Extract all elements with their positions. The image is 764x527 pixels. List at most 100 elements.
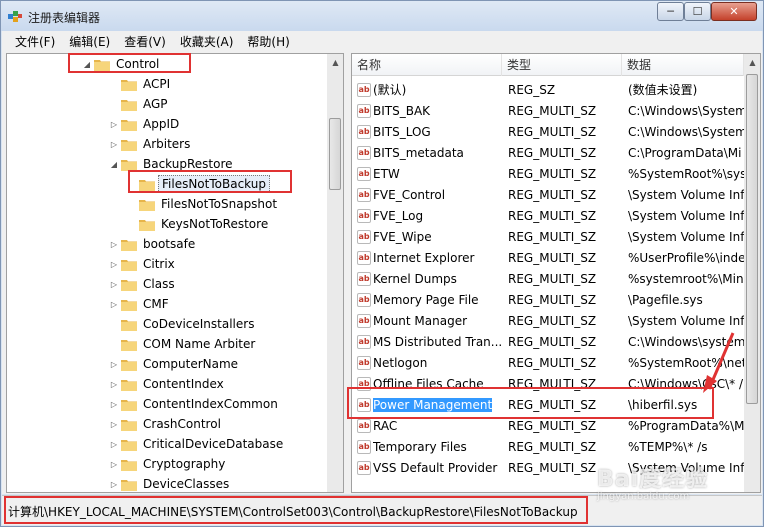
tree-item[interactable]: ▷ AppID xyxy=(109,114,182,134)
expand-arrow-icon[interactable]: ▷ xyxy=(109,300,119,309)
expand-arrow-icon[interactable]: ▷ xyxy=(109,240,119,249)
value-name: BITS_BAK xyxy=(373,104,431,118)
tree-item-label: ComputerName xyxy=(143,357,239,371)
list-scroll-thumb[interactable] xyxy=(746,74,758,404)
string-value-icon: ab xyxy=(357,146,371,160)
menu-help[interactable]: 帮助(H) xyxy=(240,33,296,50)
menu-favorites[interactable]: 收藏夹(A) xyxy=(173,33,241,50)
string-value-icon: ab xyxy=(357,356,371,370)
tree-item[interactable]: ▷ CMF xyxy=(109,294,172,314)
column-name-header[interactable]: 名称 xyxy=(352,54,502,76)
folder-icon xyxy=(121,338,137,351)
value-row[interactable]: ab Memory Page File REG_MULTI_SZ \Pagefile.… xyxy=(352,290,744,311)
value-row[interactable]: ab Mount Manager REG_MULTI_SZ \System Volum… xyxy=(352,311,744,332)
tree-item[interactable]: ▷ CriticalDeviceDatabase xyxy=(109,434,286,454)
expand-arrow-icon[interactable]: ▷ xyxy=(109,440,119,449)
value-data: %ProgramData%\M xyxy=(628,419,744,433)
tree-item[interactable]: ▷ Arbiters xyxy=(109,134,193,154)
value-row[interactable]: ab Kernel Dumps REG_MULTI_SZ %systemroot%\M… xyxy=(352,269,744,290)
folder-icon xyxy=(139,218,155,231)
registry-editor-window: 注册表编辑器 ─ ☐ ✕ 文件(F) 编辑(E) 查看(V) 收藏夹(A) 帮助… xyxy=(0,0,764,527)
value-row[interactable]: ab BITS_BAK REG_MULTI_SZ C:\Windows\System xyxy=(352,101,744,122)
list-scrollbar[interactable]: ▲ xyxy=(744,54,760,492)
value-data: \System Volume Inf xyxy=(628,314,744,328)
tree-item[interactable]: CoDeviceInstallers xyxy=(109,314,257,334)
tree-item[interactable]: ▷ Citrix xyxy=(109,254,178,274)
tree-item[interactable]: ▷ bootsafe xyxy=(109,234,198,254)
value-row[interactable]: ab FVE_Wipe REG_MULTI_SZ \System Volume Inf xyxy=(352,227,744,248)
value-row[interactable]: ab Temporary Files REG_MULTI_SZ %TEMP%\* /s xyxy=(352,437,744,458)
value-data: C:\ProgramData\Mi xyxy=(628,146,742,160)
string-value-icon: ab xyxy=(357,104,371,118)
expand-arrow-icon[interactable]: ▷ xyxy=(109,120,119,129)
tree-item[interactable]: ▷ ContentIndexCommon xyxy=(109,394,281,414)
value-row[interactable]: ab MS Distributed Tran... REG_MULTI_SZ C:\W… xyxy=(352,332,744,353)
value-row[interactable]: ab (默认) REG_SZ (数值未设置) xyxy=(352,80,744,101)
value-row[interactable]: ab ETW REG_MULTI_SZ %SystemRoot%\sys xyxy=(352,164,744,185)
value-row[interactable]: ab RAC REG_MULTI_SZ %ProgramData%\M xyxy=(352,416,744,437)
value-name: Mount Manager xyxy=(373,314,468,328)
highlight-box-control xyxy=(68,53,191,73)
expand-arrow-icon[interactable]: ▷ xyxy=(109,420,119,429)
column-type-header[interactable]: 类型 xyxy=(502,54,622,76)
tree-scroll-up-icon[interactable]: ▲ xyxy=(327,54,343,71)
highlight-box-filesnottobackup xyxy=(128,170,292,193)
value-row[interactable]: ab BITS_metadata REG_MULTI_SZ C:\ProgramDat… xyxy=(352,143,744,164)
expand-arrow-icon[interactable]: ▷ xyxy=(109,480,119,489)
string-value-icon: ab xyxy=(357,335,371,349)
expand-arrow-icon[interactable]: ▷ xyxy=(109,140,119,149)
tree-item[interactable]: KeysNotToRestore xyxy=(127,214,271,234)
watermark-main: Bai度经验 xyxy=(597,467,709,492)
tree-item[interactable]: ▷ ContentIndex xyxy=(109,374,227,394)
value-row[interactable]: ab Netlogon REG_MULTI_SZ %SystemRoot%\net xyxy=(352,353,744,374)
string-value-icon: ab xyxy=(357,83,371,97)
folder-icon xyxy=(121,278,137,291)
close-button[interactable]: ✕ xyxy=(711,2,757,21)
scroll-up-icon[interactable]: ▲ xyxy=(744,54,760,71)
value-type: REG_MULTI_SZ xyxy=(508,167,597,181)
value-data: %UserProfile%\inde xyxy=(628,251,744,265)
column-data-header[interactable]: 数据 xyxy=(622,54,744,76)
menu-view[interactable]: 查看(V) xyxy=(117,33,173,50)
value-row[interactable]: ab Internet Explorer REG_MULTI_SZ %UserProf… xyxy=(352,248,744,269)
menu-file[interactable]: 文件(F) xyxy=(8,33,62,50)
tree-item[interactable]: ▷ Cryptography xyxy=(109,454,228,474)
minimize-button[interactable]: ─ xyxy=(657,2,684,21)
tree-item[interactable]: ACPI xyxy=(109,74,173,94)
maximize-button[interactable]: ☐ xyxy=(684,2,711,21)
tree-item[interactable]: ▷ CrashControl xyxy=(109,414,224,434)
tree-item[interactable]: AGP xyxy=(109,94,171,114)
expand-arrow-icon[interactable]: ▷ xyxy=(109,380,119,389)
expand-arrow-icon[interactable]: ▷ xyxy=(109,280,119,289)
title-bar[interactable]: 注册表编辑器 ─ ☐ ✕ xyxy=(1,1,763,31)
value-row[interactable]: ab FVE_Control REG_MULTI_SZ \System Volume … xyxy=(352,185,744,206)
tree-item-label: ContentIndexCommon xyxy=(143,397,278,411)
value-row[interactable]: ab FVE_Log REG_MULTI_SZ \System Volume Inf xyxy=(352,206,744,227)
expand-arrow-icon[interactable]: ▷ xyxy=(109,400,119,409)
value-data: C:\Windows\System xyxy=(628,104,744,118)
value-row[interactable]: ab BITS_LOG REG_MULTI_SZ C:\Windows\System xyxy=(352,122,744,143)
folder-icon xyxy=(121,438,137,451)
string-value-icon: ab xyxy=(357,293,371,307)
tree-item[interactable]: ▷ ComputerName xyxy=(109,354,241,374)
tree-scrollbar[interactable]: ▲ xyxy=(327,54,343,492)
value-type: REG_MULTI_SZ xyxy=(508,272,597,286)
tree-item[interactable]: ▷ DeviceClasses xyxy=(109,474,232,492)
folder-icon xyxy=(121,78,137,91)
tree-scroll-thumb[interactable] xyxy=(329,118,341,190)
collapse-arrow-icon[interactable]: ◢ xyxy=(109,160,119,169)
tree-item-label: CoDeviceInstallers xyxy=(143,317,255,331)
value-type: REG_MULTI_SZ xyxy=(508,251,597,265)
value-type: REG_MULTI_SZ xyxy=(508,314,597,328)
tree-item[interactable]: FilesNotToSnapshot xyxy=(127,194,280,214)
expand-arrow-icon[interactable]: ▷ xyxy=(109,460,119,469)
value-type: REG_MULTI_SZ xyxy=(508,188,597,202)
maximize-icon: ☐ xyxy=(692,5,703,18)
tree-item[interactable]: COM Name Arbiter xyxy=(109,334,258,354)
folder-icon xyxy=(121,378,137,391)
tree-item-label: bootsafe xyxy=(143,237,196,251)
expand-arrow-icon[interactable]: ▷ xyxy=(109,260,119,269)
expand-arrow-icon[interactable]: ▷ xyxy=(109,360,119,369)
menu-edit[interactable]: 编辑(E) xyxy=(62,33,117,50)
tree-item[interactable]: ▷ Class xyxy=(109,274,178,294)
